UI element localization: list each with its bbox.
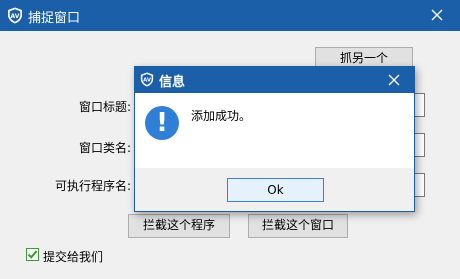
shield-logo-icon: AV [8,7,22,24]
dialog-titlebar: AV 信息 [135,67,414,93]
window-class-label: 窗口类名: [78,141,131,155]
exclamation-info-icon: ! [145,106,179,140]
dialog-body: ! 添加成功。 [135,93,414,168]
ok-button[interactable]: Ok [227,178,324,202]
info-dialog: AV 信息 ! 添加成功。 Ok [134,66,415,212]
checkmark-icon [27,250,38,259]
window-title-label: 窗口标题: [78,100,131,114]
submit-checkbox-label[interactable]: 提交给我们 [43,248,103,265]
block-window-button[interactable]: 拦截这个窗口 [248,214,348,238]
shield-logo-icon: AV [140,72,154,87]
dialog-message: 添加成功。 [191,109,252,123]
dialog-close-icon[interactable] [383,69,405,91]
window-title: 捕捉窗口 [28,11,81,26]
svg-text:AV: AV [11,13,20,20]
close-icon[interactable] [425,3,449,27]
dialog-title: 信息 [159,75,186,90]
submit-checkbox[interactable] [26,248,39,261]
svg-text:AV: AV [143,78,152,84]
executable-name-label: 可执行程序名: [54,179,131,193]
window-titlebar: AV 捕捉窗口 [0,0,460,31]
block-program-button[interactable]: 拦截这个程序 [128,214,230,238]
